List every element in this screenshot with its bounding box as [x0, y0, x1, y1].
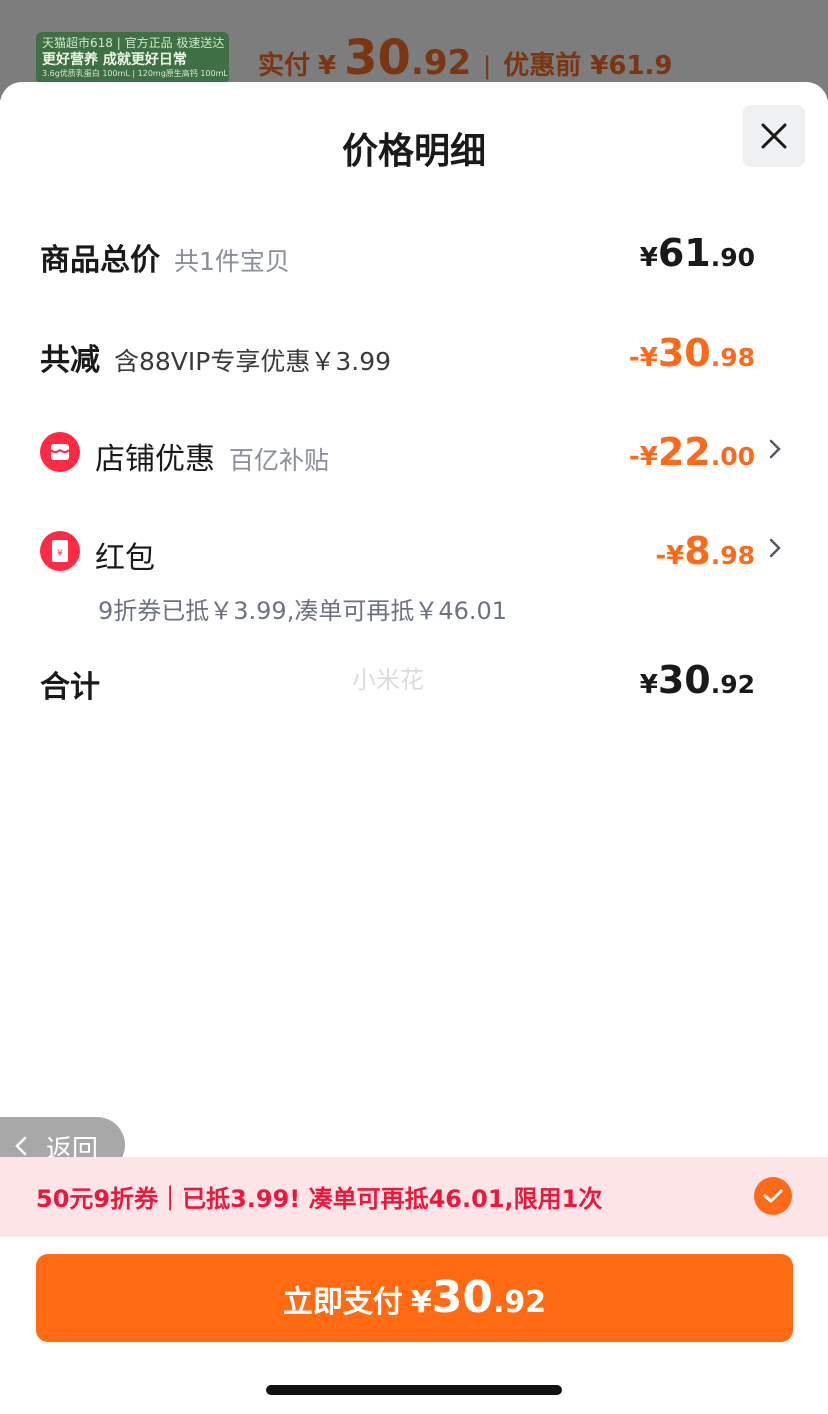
- subtotal-label: 商品总价 共1件宝贝: [40, 243, 290, 278]
- red-packet-note: 9折券已抵￥3.99,凑单可再抵￥46.01: [98, 597, 508, 625]
- store-discount-amount: -¥ 22.00: [628, 430, 755, 474]
- total-amount: ¥30.92: [639, 658, 755, 702]
- red-packet-icon: ¥: [40, 531, 80, 571]
- svg-text:¥: ¥: [57, 549, 63, 559]
- red-packet-row[interactable]: ¥ 红包 -¥ 8.98 9折券已抵￥3.99,凑单可再抵￥46.01: [40, 529, 828, 625]
- paid-label: 实付: [258, 51, 311, 81]
- coupon-checkbox[interactable]: [754, 1177, 792, 1215]
- coupon-text: 50元9折券｜已抵3.99! 凑单可再抵46.01,限用1次: [36, 1185, 603, 1213]
- check-icon: [763, 1189, 783, 1203]
- pay-currency: ¥: [410, 1285, 432, 1320]
- pay-now-button[interactable]: 立即支付 ¥ 30 .92: [36, 1254, 793, 1342]
- close-button[interactable]: [743, 105, 805, 167]
- home-indicator[interactable]: [266, 1385, 562, 1395]
- item-count: 共1件宝贝: [174, 247, 290, 276]
- reduction-amount: -¥ 30.98: [628, 331, 755, 375]
- before-discount-price: 优惠前 ¥61.9: [503, 51, 673, 81]
- store-discount-label: 店铺优惠 百亿补贴: [95, 442, 330, 477]
- watermark: 小米花: [352, 666, 424, 694]
- total-label: 合计: [40, 670, 100, 705]
- store-icon: [40, 432, 80, 472]
- vip-discount-note: 含88VIP专享优惠￥3.99: [114, 347, 392, 376]
- store-discount-row[interactable]: 店铺优惠 百亿补贴 -¥ 22.00: [40, 430, 828, 477]
- subsidy-tag: 百亿补贴: [229, 446, 330, 475]
- chevron-right-icon: [769, 439, 781, 459]
- close-icon: [761, 123, 787, 149]
- price-separator: |: [483, 52, 492, 80]
- coupon-banner[interactable]: 50元9折券｜已抵3.99! 凑单可再抵46.01,限用1次: [0, 1157, 828, 1237]
- subtotal-amount: ¥61.90: [639, 231, 755, 275]
- promo-thumbnail: 天猫超市618 | 官方正品 极速送达 更好营养 成就更好日常 3.6g优质乳蛋…: [36, 32, 229, 84]
- chevron-right-icon: [769, 538, 781, 558]
- paid-price-summary: 实付 ¥ 30 .92 | 优惠前 ¥61.9: [258, 30, 673, 86]
- red-packet-amount: -¥ 8.98: [655, 529, 755, 573]
- paid-dec: .92: [410, 43, 472, 83]
- red-packet-label: 红包: [95, 541, 155, 576]
- sheet-title: 价格明细: [341, 131, 486, 172]
- pay-dec: .92: [492, 1285, 547, 1320]
- pay-int: 30: [431, 1272, 493, 1323]
- paid-int: 30: [344, 30, 411, 86]
- chevron-left-icon: [15, 1136, 27, 1156]
- reduction-label: 共减 含88VIP专享优惠￥3.99: [40, 343, 392, 378]
- promo-line-3: 3.6g优质乳蛋白 100mL | 120mg原生高钙 100mL: [42, 69, 228, 78]
- paid-currency: ¥: [318, 51, 337, 81]
- promo-line-2: 更好营养 成就更好日常: [42, 52, 187, 68]
- pay-label: 立即支付: [282, 1285, 403, 1320]
